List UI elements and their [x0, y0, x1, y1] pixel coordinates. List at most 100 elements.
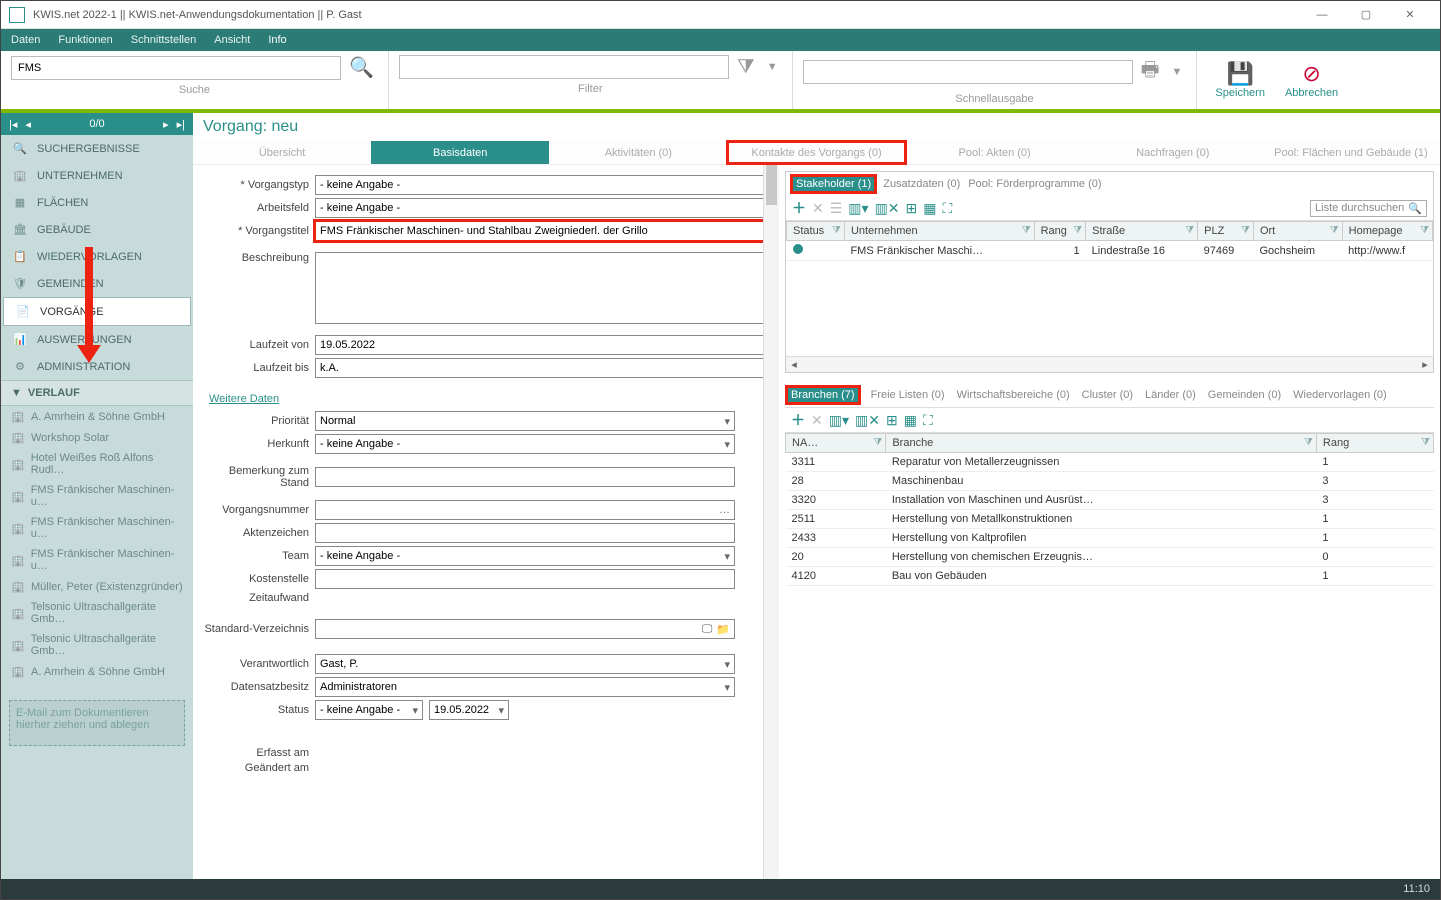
- filter-icon[interactable]: ⧩: [1420, 225, 1429, 236]
- pager-prev-icon[interactable]: ◂: [25, 118, 31, 131]
- select-herkunft[interactable]: - keine Angabe -▾: [315, 434, 735, 454]
- add2-icon[interactable]: ＋: [791, 410, 805, 430]
- branchen-grid[interactable]: NA…⧩Branche⧩Rang⧩ 3311Reparatur von Meta…: [785, 433, 1434, 891]
- nav-item-suchergebnisse[interactable]: 🔍SUCHERGEBNISSE: [1, 135, 193, 162]
- select-dsbesitz[interactable]: Administratoren▾: [315, 677, 735, 697]
- nav-item-flächen[interactable]: ▦FLÄCHEN: [1, 189, 193, 216]
- column-header[interactable]: Status⧩: [787, 222, 845, 241]
- cancel-button[interactable]: ⊘ Abbrechen: [1285, 61, 1338, 99]
- tab-3[interactable]: Kontakte des Vorgangs (0): [727, 141, 905, 164]
- filter-input[interactable]: [399, 55, 729, 79]
- column-header[interactable]: Ort⧩: [1253, 222, 1342, 241]
- tab-2[interactable]: Aktivitäten (0): [549, 141, 727, 164]
- filter-icon[interactable]: ⧩: [873, 437, 882, 448]
- column-header[interactable]: Straße⧩: [1086, 222, 1198, 241]
- menu-schnittstellen[interactable]: Schnittstellen: [127, 32, 200, 48]
- nav-item-gebäude[interactable]: 🏛GEBÄUDE: [1, 216, 193, 243]
- history-item[interactable]: 🏢Workshop Solar: [1, 427, 193, 448]
- select-prioritaet[interactable]: Normal▾: [315, 411, 735, 431]
- input-aktenzeichen[interactable]: [315, 523, 735, 543]
- subtab[interactable]: Zusatzdaten (0): [883, 178, 960, 190]
- printer-icon[interactable]: 🖶: [1137, 55, 1164, 89]
- table-row[interactable]: 3320Installation von Maschinen und Ausrü…: [786, 491, 1434, 510]
- expand-icon[interactable]: ⛶: [943, 200, 953, 217]
- add-icon[interactable]: ＋: [792, 198, 806, 218]
- subtab2[interactable]: Wirtschaftsbereiche (0): [957, 389, 1070, 401]
- menu-funktionen[interactable]: Funktionen: [54, 32, 116, 48]
- column-header[interactable]: Rang⧩: [1316, 434, 1433, 453]
- excel-icon[interactable]: ⊞: [906, 200, 918, 217]
- folder-icon[interactable]: 📁: [716, 623, 730, 636]
- tab-6[interactable]: Pool: Flächen und Gebäude (1): [1262, 141, 1440, 164]
- menu-info[interactable]: Info: [264, 32, 290, 48]
- history-item[interactable]: 🏢A. Amrhein & Söhne GmbH: [1, 406, 193, 427]
- select-verantwortlich[interactable]: Gast, P.▾: [315, 654, 735, 674]
- table-row[interactable]: 2511Herstellung von Metallkonstruktionen…: [786, 510, 1434, 529]
- nav-item-gemeinden[interactable]: 🛡GEMEINDEN: [1, 270, 193, 297]
- subtab2[interactable]: Freie Listen (0): [871, 389, 945, 401]
- excel2-icon[interactable]: ⊞: [886, 412, 898, 429]
- select-team[interactable]: - keine Angabe -▾: [315, 546, 735, 566]
- column-header[interactable]: PLZ⧩: [1198, 222, 1254, 241]
- column-header[interactable]: Homepage⧩: [1342, 222, 1432, 241]
- weitere-daten-link[interactable]: Weitere Daten: [209, 393, 279, 405]
- delete2-icon[interactable]: ✕: [811, 412, 823, 429]
- history-item[interactable]: 🏢FMS Fränkischer Maschinen- u…: [1, 512, 193, 544]
- subtab2[interactable]: Cluster (0): [1082, 389, 1133, 401]
- column-header[interactable]: Unternehmen⧩: [844, 222, 1034, 241]
- grid-icon[interactable]: ▦: [923, 200, 936, 217]
- history-item[interactable]: 🏢FMS Fränkischer Maschinen- u…: [1, 480, 193, 512]
- column-header[interactable]: NA…⧩: [786, 434, 886, 453]
- nav-item-wiedervorlagen[interactable]: 📋WIEDERVORLAGEN: [1, 243, 193, 270]
- date-status[interactable]: 19.05.2022▾: [429, 700, 509, 720]
- filter-icon[interactable]: ⧩: [1185, 225, 1194, 236]
- filter-dropdown-icon[interactable]: ▼: [763, 61, 782, 73]
- select-status[interactable]: - keine Angabe -▾: [315, 700, 423, 720]
- maximize-button[interactable]: ▢: [1344, 1, 1388, 29]
- subtab2[interactable]: Branchen (7): [787, 387, 859, 403]
- close-button[interactable]: ✕: [1388, 1, 1432, 29]
- nav-item-vorgänge[interactable]: 📄VORGÄNGE: [3, 297, 191, 326]
- select-vorgangstyp[interactable]: - keine Angabe -▾: [315, 175, 779, 195]
- column-header[interactable]: Branche⧩: [886, 434, 1317, 453]
- stakeholder-grid[interactable]: Status⧩Unternehmen⧩Rang⧩Straße⧩PLZ⧩Ort⧩H…: [786, 221, 1433, 356]
- subtab[interactable]: Pool: Förderprogramme (0): [968, 178, 1101, 190]
- textarea-beschreibung[interactable]: [315, 252, 779, 324]
- history-item[interactable]: 🏢FMS Fränkischer Maschinen- u…: [1, 544, 193, 576]
- tab-0[interactable]: Übersicht: [193, 141, 371, 164]
- subtab2[interactable]: Länder (0): [1145, 389, 1196, 401]
- tab-1[interactable]: Basisdaten: [371, 141, 549, 164]
- menu-ansicht[interactable]: Ansicht: [210, 32, 254, 48]
- col3-icon[interactable]: ▥▾: [829, 412, 849, 429]
- subtab[interactable]: Stakeholder (1): [792, 176, 875, 192]
- filter-icon[interactable]: ⧩: [1241, 225, 1250, 236]
- select-arbeitsfeld[interactable]: - keine Angabe -▾: [315, 198, 779, 218]
- search-input[interactable]: [11, 56, 341, 80]
- table-row[interactable]: 2433Herstellung von Kaltprofilen1: [786, 529, 1434, 548]
- table-row[interactable]: 3311Reparatur von Metallerzeugnissen1: [786, 453, 1434, 472]
- grid2-icon[interactable]: ▦: [904, 412, 917, 429]
- save-button[interactable]: 💾 Speichern: [1215, 61, 1265, 99]
- date-laufzeit-bis[interactable]: k.A.▾: [315, 358, 779, 378]
- table-row[interactable]: FMS Fränkischer Maschi… 1 Lindestraße 16…: [787, 241, 1433, 261]
- history-item[interactable]: 🏢Müller, Peter (Existenzgründer): [1, 576, 193, 597]
- list-icon[interactable]: ☰: [830, 200, 843, 217]
- minimize-button[interactable]: —: [1300, 1, 1344, 29]
- filter-icon[interactable]: ⧩: [1022, 225, 1031, 236]
- table-row[interactable]: 4120Bau von Gebäuden1: [786, 567, 1434, 586]
- filter-icon[interactable]: ⧩: [1330, 225, 1339, 236]
- input-kostenstelle[interactable]: [315, 569, 735, 589]
- expand2-icon[interactable]: ⛶: [923, 412, 933, 429]
- filter-icon[interactable]: ⧩: [1304, 437, 1313, 448]
- funnel-icon[interactable]: ⧩: [733, 56, 759, 79]
- history-item[interactable]: 🏢A. Amrhein & Söhne GmbH: [1, 661, 193, 682]
- filter-icon[interactable]: ⧩: [1421, 437, 1430, 448]
- tab-5[interactable]: Nachfragen (0): [1084, 141, 1262, 164]
- input-bemerkung[interactable]: [315, 467, 735, 487]
- quickoutput-input[interactable]: [803, 60, 1133, 84]
- history-item[interactable]: 🏢Telsonic Ultraschallgeräte Gmb…: [1, 597, 193, 629]
- search-icon[interactable]: 🔍: [345, 55, 378, 80]
- input-stdverz[interactable]: 🖵📁: [315, 619, 735, 639]
- screen-icon[interactable]: 🖵: [702, 623, 713, 636]
- col2-icon[interactable]: ▥✕: [875, 200, 900, 217]
